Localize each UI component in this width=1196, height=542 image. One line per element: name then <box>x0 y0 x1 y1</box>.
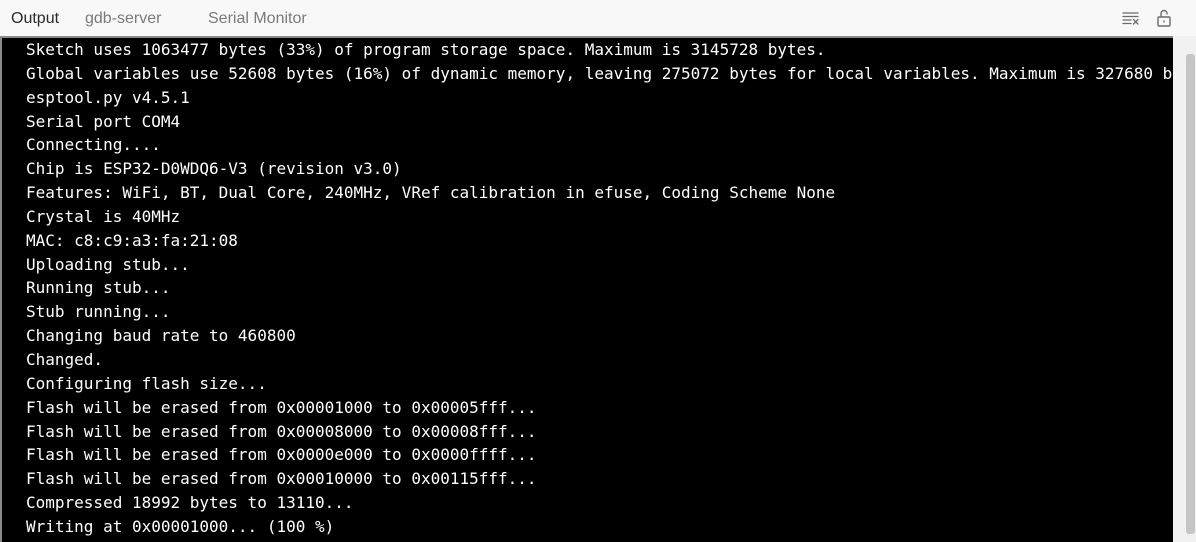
panel-tab-bar: Output gdb-server Serial Monitor <box>0 0 1196 36</box>
console-line: Crystal is 40MHz <box>26 206 181 226</box>
console-line: Stub running... <box>26 302 171 322</box>
output-console[interactable]: Sketch uses 1063477 bytes (33%) of progr… <box>0 36 1173 542</box>
console-line: MAC: c8:c9:a3:fa:21:08 <box>26 230 238 250</box>
tab-output[interactable]: Output <box>11 9 59 29</box>
console-line: Serial port COM4 <box>26 111 181 131</box>
console-line: Writing at 0x00001000... (100 %) <box>26 516 335 536</box>
console-line: Flash will be erased from 0x00001000 to … <box>26 397 537 417</box>
console-line: Changing baud rate to 460800 <box>26 326 296 346</box>
scrollbar-thumb[interactable] <box>1186 54 1195 534</box>
console-line: Uploading stub... <box>26 254 190 274</box>
console-text: Sketch uses 1063477 bytes (33%) of progr… <box>26 38 1173 539</box>
scroll-lock-open-icon[interactable] <box>1154 8 1174 28</box>
tab-gdb-server[interactable]: gdb-server <box>85 9 161 29</box>
tab-serial-monitor[interactable]: Serial Monitor <box>208 9 307 29</box>
console-line: Chip is ESP32-D0WDQ6-V3 (revision v3.0) <box>26 159 402 179</box>
console-line: Changed. <box>26 349 104 369</box>
output-panel: Output gdb-server Serial Monitor Sketch … <box>0 0 1196 542</box>
console-line: Running stub... <box>26 278 171 298</box>
console-line: Flash will be erased from 0x00008000 to … <box>26 421 537 441</box>
console-line: Connecting.... <box>26 135 161 155</box>
console-line: Global variables use 52608 bytes (16%) o… <box>26 63 1173 83</box>
console-line: Flash will be erased from 0x0000e000 to … <box>26 445 537 465</box>
console-line: esptool.py v4.5.1 <box>26 87 190 107</box>
console-line: Sketch uses 1063477 bytes (33%) of progr… <box>26 40 826 59</box>
console-line: Compressed 18992 bytes to 13110... <box>26 493 354 513</box>
console-line: Configuring flash size... <box>26 373 267 393</box>
console-line: Features: WiFi, BT, Dual Core, 240MHz, V… <box>26 183 836 203</box>
console-line: Flash will be erased from 0x00010000 to … <box>26 469 537 489</box>
clear-output-icon[interactable] <box>1121 8 1141 28</box>
vertical-scrollbar[interactable] <box>1173 36 1196 542</box>
